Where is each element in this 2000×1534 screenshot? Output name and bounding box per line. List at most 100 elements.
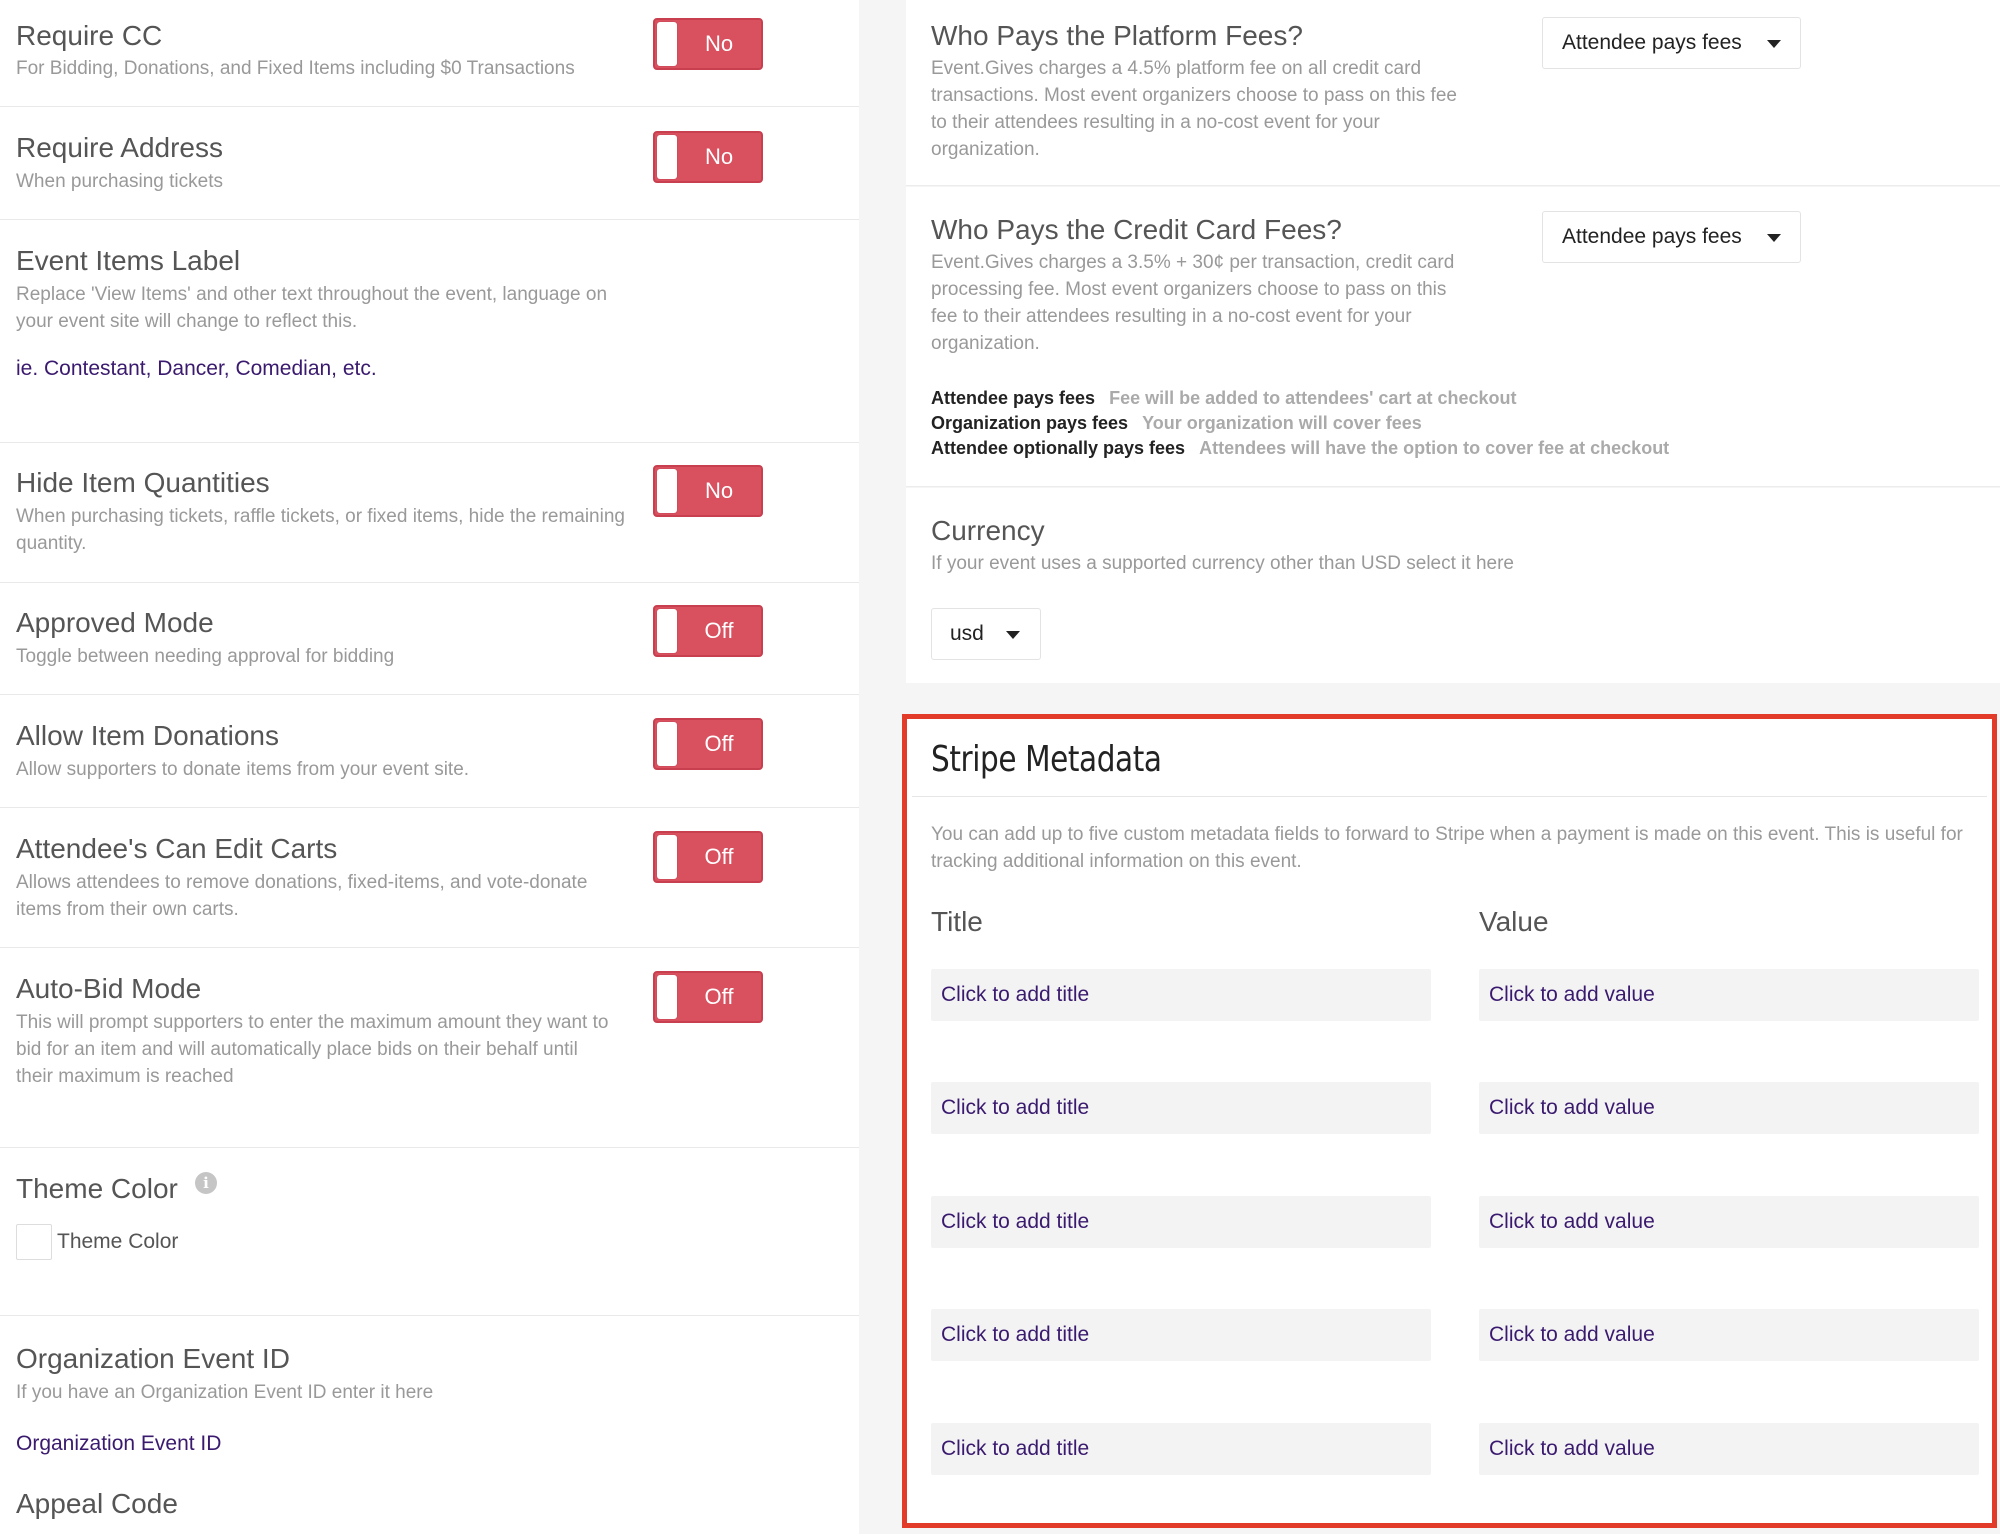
section-subtitle: If your event uses a supported currency … [931,553,1514,574]
fee-option-legend: Attendee pays fees Fee will be added to a… [931,388,1516,409]
setting-title: Attendee's Can Edit Carts [16,833,338,864]
setting-org-event-id: Organization Event ID If you have an Org… [0,1316,859,1488]
dropdown-value: Attendee pays fees [1562,225,1742,248]
setting-title: Allow Item Donations [16,720,280,751]
stripe-metadata-panel: Stripe Metadata You can add up to five c… [902,714,1997,1528]
setting-subtitle: When purchasing tickets, raffle tickets,… [16,506,625,554]
caret-down-icon [1767,234,1781,242]
setting-require-address: Require Address When purchasing tickets … [0,107,859,220]
setting-subtitle: Allow supporters to donate items from yo… [16,759,470,780]
left-settings-column: Require CC For Bidding, Donations, and F… [0,0,859,1534]
setting-attendees-edit-carts: Attendee's Can Edit Carts Allows attende… [0,808,859,948]
hide-item-quantities-toggle[interactable]: No [653,465,763,517]
legend-desc: Fee will be added to attendees' cart at … [1109,388,1517,408]
metadata-title-input-1[interactable]: Click to add title [931,969,1431,1021]
setting-title: Require Address [16,132,224,163]
metadata-value-input-1[interactable]: Click to add value [1479,969,1979,1021]
metadata-value-input-2[interactable]: Click to add value [1479,1082,1979,1134]
setting-auto-bid-mode: Auto-Bid Mode This will prompt supporter… [0,948,859,1148]
setting-allow-item-donations: Allow Item Donations Allow supporters to… [0,695,859,808]
org-event-id-input[interactable]: Organization Event ID [16,1432,221,1456]
section-title: Who Pays the Platform Fees? [931,20,1303,51]
section-subtitle: Event.Gives charges a 4.5% platform fee … [931,58,1457,160]
setting-subtitle: This will prompt supporters to enter the… [16,1012,609,1087]
metadata-value-input-5[interactable]: Click to add value [1479,1423,1979,1475]
section-title: Stripe Metadata [931,739,1162,780]
legend-option: Attendee optionally pays fees [931,438,1186,458]
section-description: You can add up to five custom metadata f… [931,824,1963,872]
legend-option: Organization pays fees [931,413,1129,433]
setting-title: Organization Event ID [16,1343,290,1374]
setting-hide-item-quantities: Hide Item Quantities When purchasing tic… [0,443,859,583]
toggle-label: Off [704,844,734,869]
require-address-toggle[interactable]: No [653,131,763,183]
setting-title: Require CC [16,20,163,51]
setting-require-cc: Require CC For Bidding, Donations, and F… [0,0,859,107]
metadata-value-input-4[interactable]: Click to add value [1479,1309,1979,1361]
currency-dropdown[interactable]: usd [931,608,1041,660]
setting-appeal-code: Appeal Code [0,1488,859,1534]
setting-theme-color: Theme Color i Theme Color [0,1148,859,1316]
platform-fees-section: Who Pays the Platform Fees? Event.Gives … [906,0,2000,186]
attendees-edit-carts-toggle[interactable]: Off [653,831,763,883]
info-icon[interactable]: i [195,1172,217,1194]
setting-event-items-label: Event Items Label Replace 'View Items' a… [0,220,859,443]
dropdown-value: Attendee pays fees [1562,31,1742,54]
section-title: Who Pays the Credit Card Fees? [931,214,1342,245]
toggle-label: No [704,31,734,56]
event-items-label-input[interactable]: ie. Contestant, Dancer, Comedian, etc. [16,357,377,381]
section-subtitle: Event.Gives charges a 3.5% + 30¢ per tra… [931,252,1455,354]
setting-subtitle: Allows attendees to remove donations, fi… [16,872,588,920]
metadata-title-input-4[interactable]: Click to add title [931,1309,1431,1361]
caret-down-icon [1767,40,1781,48]
title-column-header: Title [931,906,983,937]
require-cc-toggle[interactable]: No [653,18,763,70]
legend-option: Attendee pays fees [931,388,1096,408]
setting-title: Event Items Label [16,245,241,276]
toggle-label: Off [704,984,734,1009]
setting-title: Approved Mode [16,607,214,638]
theme-color-swatch[interactable] [16,1224,52,1260]
setting-subtitle: For Bidding, Donations, and Fixed Items … [16,58,575,79]
setting-subtitle: Toggle between needing approval for bidd… [16,646,395,667]
metadata-title-input-5[interactable]: Click to add title [931,1423,1431,1475]
credit-card-fees-dropdown[interactable]: Attendee pays fees [1542,211,1801,263]
currency-section: Currency If your event uses a supported … [906,488,2000,683]
fee-option-legend: Attendee optionally pays fees Attendees w… [931,438,1669,459]
dropdown-value: usd [950,622,984,645]
metadata-value-input-3[interactable]: Click to add value [1479,1196,1979,1248]
toggle-knob [657,609,677,653]
setting-subtitle: Replace 'View Items' and other text thro… [16,284,608,332]
setting-title: Appeal Code [16,1488,178,1519]
value-column-header: Value [1479,906,1549,937]
setting-title: Theme Color [16,1173,178,1204]
toggle-label: No [704,478,734,503]
toggle-label: Off [704,731,734,756]
allow-item-donations-toggle[interactable]: Off [653,718,763,770]
legend-desc: Attendees will have the option to cover … [1199,438,1670,458]
settings-page: Require CC For Bidding, Donations, and F… [0,0,2000,1534]
setting-approved-mode: Approved Mode Toggle between needing app… [0,583,859,695]
toggle-label: No [704,144,734,169]
legend-desc: Your organization will cover fees [1142,413,1422,433]
auto-bid-mode-toggle[interactable]: Off [653,971,763,1023]
setting-title: Hide Item Quantities [16,467,270,498]
setting-title: Auto-Bid Mode [16,973,202,1004]
fee-option-legend: Organization pays fees Your organization … [931,413,1422,434]
setting-subtitle: When purchasing tickets [16,171,223,192]
theme-color-label: Theme Color [57,1230,179,1253]
toggle-knob [657,22,677,66]
toggle-knob [657,135,677,179]
toggle-knob [657,835,677,879]
toggle-knob [657,469,677,513]
toggle-knob [657,722,677,766]
caret-down-icon [1006,631,1020,639]
platform-fees-dropdown[interactable]: Attendee pays fees [1542,17,1801,69]
metadata-title-input-2[interactable]: Click to add title [931,1082,1431,1134]
toggle-knob [657,975,677,1019]
section-title: Currency [931,515,1045,546]
setting-subtitle: If you have an Organization Event ID ent… [16,1382,434,1403]
approved-mode-toggle[interactable]: Off [653,605,763,657]
metadata-title-input-3[interactable]: Click to add title [931,1196,1431,1248]
credit-card-fees-section: Who Pays the Credit Card Fees? Event.Giv… [906,187,2000,487]
